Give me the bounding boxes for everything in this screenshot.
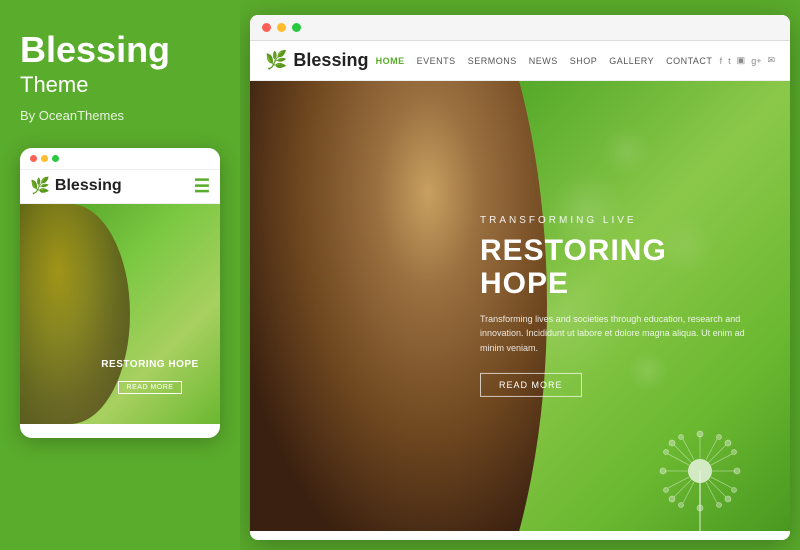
desktop-leaf-icon: 🌿	[265, 50, 287, 71]
desktop-mockup: 🌿 Blessing HOME EVENTS SERMONS NEWS SHOP…	[250, 15, 790, 540]
left-panel: Blessing Theme By OceanThemes 🌿 Blessing…	[0, 0, 240, 550]
nav-home[interactable]: HOME	[376, 56, 405, 66]
mobile-dot-green	[52, 155, 59, 162]
mobile-logo: 🌿 Blessing	[30, 176, 122, 196]
nav-contact[interactable]: CONTACT	[666, 56, 712, 66]
facebook-icon[interactable]: f	[720, 56, 723, 66]
desktop-nav: 🌿 Blessing HOME EVENTS SERMONS NEWS SHOP…	[250, 41, 790, 81]
theme-subtitle: Theme	[20, 72, 220, 98]
mobile-window-dots	[30, 155, 59, 162]
hero-description: Transforming lives and societies through…	[480, 312, 760, 355]
desktop-nav-links: HOME EVENTS SERMONS NEWS SHOP GALLERY CO…	[376, 56, 713, 66]
desktop-titlebar	[250, 15, 790, 41]
mobile-dot-yellow	[41, 155, 48, 162]
desktop-read-more-button[interactable]: READ MORE	[480, 373, 582, 397]
email-icon[interactable]: ✉	[767, 55, 775, 66]
nav-shop[interactable]: SHOP	[570, 56, 598, 66]
dandelion-illustration	[620, 391, 780, 531]
rss-icon[interactable]: ▣	[737, 55, 746, 66]
twitter-icon[interactable]: t	[728, 56, 731, 66]
desktop-dot-green	[292, 23, 301, 32]
mobile-hamburger-icon[interactable]: ☰	[194, 176, 210, 197]
desktop-social-links: f t ▣ g+ ✉	[720, 55, 775, 66]
bokeh-2	[601, 126, 651, 176]
hero-main-title: RESTORING HOPE	[480, 234, 760, 300]
mobile-read-more-button[interactable]: READ MORE	[118, 381, 183, 394]
mobile-mockup: 🌿 Blessing ☰ RESTORING HOPE READ MORE	[20, 148, 220, 438]
desktop-dot-red	[262, 23, 271, 32]
mobile-logo-text: Blessing	[55, 177, 122, 195]
mobile-leaf-icon: 🌿	[30, 176, 50, 196]
desktop-logo-text: Blessing	[293, 50, 368, 71]
mobile-hero-title: RESTORING HOPE	[90, 359, 210, 370]
mobile-titlebar	[20, 148, 220, 170]
hero-pre-title: TRANSFORMING LIVE	[480, 215, 760, 226]
mobile-hero-text: RESTORING HOPE READ MORE	[90, 359, 210, 394]
mobile-nav: 🌿 Blessing ☰	[20, 170, 220, 204]
desktop-hero: TRANSFORMING LIVE RESTORING HOPE Transfo…	[250, 81, 790, 531]
nav-news[interactable]: NEWS	[529, 56, 558, 66]
desktop-dot-yellow	[277, 23, 286, 32]
nav-gallery[interactable]: GALLERY	[609, 56, 654, 66]
theme-author: By OceanThemes	[20, 108, 220, 123]
theme-title: Blessing	[20, 30, 220, 70]
desktop-logo: 🌿 Blessing	[265, 50, 368, 71]
mobile-dot-red	[30, 155, 37, 162]
googleplus-icon[interactable]: g+	[751, 56, 761, 66]
nav-sermons[interactable]: SERMONS	[468, 56, 517, 66]
mobile-hero: RESTORING HOPE READ MORE	[20, 204, 220, 424]
desktop-hero-content: TRANSFORMING LIVE RESTORING HOPE Transfo…	[480, 215, 760, 397]
nav-events[interactable]: EVENTS	[417, 56, 456, 66]
